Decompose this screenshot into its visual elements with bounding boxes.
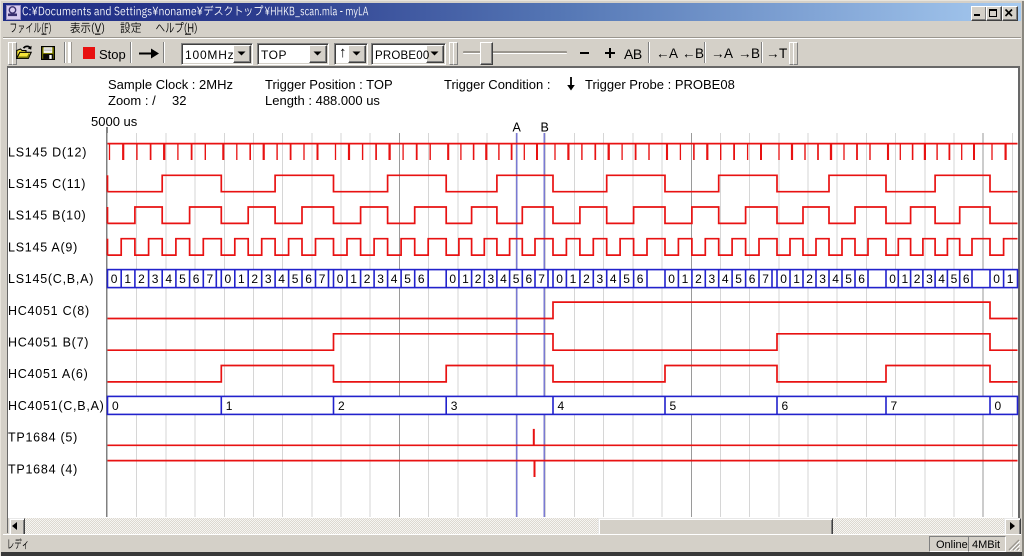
svg-text:LS145 C(11): LS145 C(11) (8, 177, 86, 191)
svg-text:2: 2 (364, 272, 371, 286)
svg-text:6: 6 (637, 272, 644, 286)
svg-text:3: 3 (709, 272, 716, 286)
svg-text:1: 1 (570, 272, 577, 286)
svg-text:6: 6 (963, 272, 970, 286)
svg-text:4: 4 (278, 272, 285, 286)
svg-text:0: 0 (556, 272, 563, 286)
svg-text:TP1684 (4): TP1684 (4) (8, 462, 78, 476)
svg-text:7: 7 (207, 272, 214, 286)
svg-text:2: 2 (583, 272, 590, 286)
svg-text:1: 1 (462, 272, 469, 286)
svg-text:6: 6 (526, 272, 533, 286)
svg-text:LS145 B(10): LS145 B(10) (8, 209, 86, 223)
svg-text:1: 1 (902, 272, 909, 286)
svg-text:1: 1 (226, 399, 233, 413)
svg-text:LS145(C,B,A): LS145(C,B,A) (8, 272, 94, 286)
svg-text:HC4051 C(8): HC4051 C(8) (8, 304, 90, 318)
svg-text:2: 2 (475, 272, 482, 286)
svg-text:LS145 D(12): LS145 D(12) (8, 145, 87, 159)
svg-text:1: 1 (682, 272, 689, 286)
svg-text:4: 4 (500, 272, 507, 286)
svg-text:2: 2 (138, 272, 145, 286)
svg-text:4: 4 (722, 272, 729, 286)
svg-text:3: 3 (152, 272, 159, 286)
svg-text:2: 2 (251, 272, 258, 286)
svg-text:1: 1 (793, 272, 800, 286)
svg-text:3: 3 (597, 272, 604, 286)
svg-text:6: 6 (749, 272, 756, 286)
svg-text:6: 6 (305, 272, 312, 286)
svg-text:2: 2 (338, 399, 345, 413)
svg-text:0: 0 (780, 272, 787, 286)
svg-text:4: 4 (938, 272, 945, 286)
svg-text:3: 3 (488, 272, 495, 286)
svg-text:7: 7 (891, 399, 898, 413)
svg-text:2: 2 (806, 272, 813, 286)
svg-text:0: 0 (449, 272, 456, 286)
svg-text:3: 3 (926, 272, 933, 286)
svg-text:6: 6 (782, 399, 789, 413)
svg-text:4: 4 (165, 272, 172, 286)
svg-text:2: 2 (695, 272, 702, 286)
svg-text:4: 4 (832, 272, 839, 286)
svg-text:7: 7 (538, 272, 545, 286)
svg-text:HC4051 B(7): HC4051 B(7) (8, 336, 89, 350)
svg-text:0: 0 (668, 272, 675, 286)
svg-text:1: 1 (1007, 272, 1014, 286)
svg-text:0: 0 (111, 272, 118, 286)
svg-text:5: 5 (951, 272, 958, 286)
svg-text:A: A (513, 121, 522, 135)
svg-text:4: 4 (610, 272, 617, 286)
svg-text:0: 0 (889, 272, 896, 286)
svg-text:5: 5 (179, 272, 186, 286)
svg-text:5: 5 (623, 272, 630, 286)
svg-text:0: 0 (225, 272, 232, 286)
svg-text:HC4051(C,B,A): HC4051(C,B,A) (8, 399, 105, 413)
svg-text:5: 5 (292, 272, 299, 286)
svg-text:7: 7 (319, 272, 326, 286)
svg-text:1: 1 (238, 272, 245, 286)
svg-text:3: 3 (451, 399, 458, 413)
svg-text:3: 3 (377, 272, 384, 286)
svg-text:0: 0 (995, 399, 1002, 413)
svg-text:4: 4 (391, 272, 398, 286)
svg-text:6: 6 (193, 272, 200, 286)
svg-text:TP1684 (5): TP1684 (5) (8, 431, 78, 445)
svg-text:0: 0 (337, 272, 344, 286)
svg-text:5: 5 (513, 272, 520, 286)
svg-text:0: 0 (112, 399, 119, 413)
svg-text:5: 5 (670, 399, 677, 413)
svg-text:5: 5 (735, 272, 742, 286)
svg-text:6: 6 (418, 272, 425, 286)
svg-text:4: 4 (558, 399, 565, 413)
svg-text:LS145 A(9): LS145 A(9) (8, 240, 78, 254)
svg-text:B: B (541, 121, 549, 135)
svg-text:2: 2 (914, 272, 921, 286)
svg-text:HC4051 A(6): HC4051 A(6) (8, 367, 89, 381)
svg-text:3: 3 (265, 272, 272, 286)
svg-text:1: 1 (350, 272, 357, 286)
svg-text:5: 5 (404, 272, 411, 286)
svg-text:3: 3 (819, 272, 826, 286)
svg-text:6: 6 (858, 272, 865, 286)
svg-text:0: 0 (993, 272, 1000, 286)
svg-text:1: 1 (124, 272, 131, 286)
svg-text:7: 7 (762, 272, 769, 286)
svg-text:5: 5 (845, 272, 852, 286)
